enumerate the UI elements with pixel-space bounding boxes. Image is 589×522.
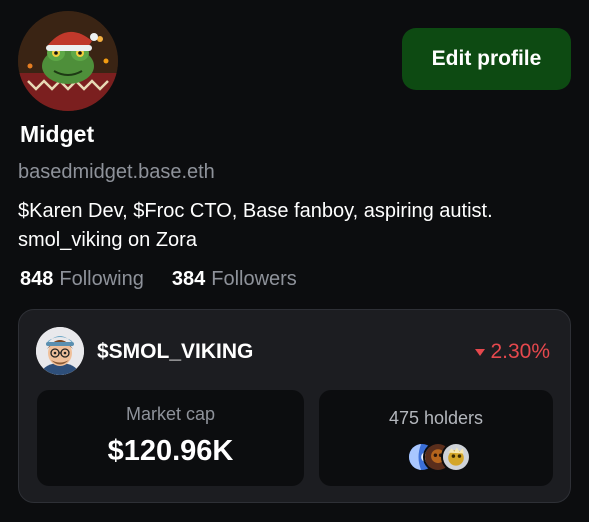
holder-avatar-stack: [407, 442, 477, 474]
creator-coin-card[interactable]: $SMOL_VIKING 2.30% Market cap $120.96K 4…: [18, 309, 571, 503]
profile-avatar[interactable]: [18, 11, 118, 111]
holders-count: 475 holders: [388, 408, 484, 428]
holder-avatar-gold: [441, 442, 471, 472]
price-change: 2.30%: [475, 340, 550, 364]
followers-label: Followers: [211, 268, 297, 290]
follow-stats: 848 Following 384 Followers: [20, 268, 297, 291]
followers-count: 384: [171, 268, 206, 290]
price-change-value: 2.30%: [490, 340, 550, 363]
profile-handle[interactable]: basedmidget.base.eth: [18, 161, 215, 184]
coin-symbol: $SMOL_VIKING: [97, 340, 254, 363]
market-cap-value: $120.96K: [107, 435, 234, 467]
christmas-frog-avatar-icon: [18, 11, 118, 111]
edit-profile-button[interactable]: Edit profile: [402, 28, 571, 90]
viking-boy-avatar-icon: [36, 327, 84, 375]
coin-avatar: [36, 327, 84, 375]
holders-box[interactable]: 475 holders: [319, 390, 553, 486]
following-stat[interactable]: 848 Following: [20, 268, 144, 291]
profile-bio: $Karen Dev, $Froc CTO, Base fanboy, aspi…: [18, 200, 493, 251]
down-triangle-icon: [475, 348, 486, 356]
display-name: Midget: [20, 121, 95, 147]
market-cap-label: Market cap: [125, 404, 216, 424]
following-count: 848: [20, 268, 54, 290]
market-cap-box: Market cap $120.96K: [37, 390, 304, 486]
profile-page: Edit profile Midget basedmidget.base.eth…: [0, 0, 589, 522]
followers-stat[interactable]: 384 Followers: [172, 268, 297, 291]
following-label: Following: [59, 268, 144, 290]
